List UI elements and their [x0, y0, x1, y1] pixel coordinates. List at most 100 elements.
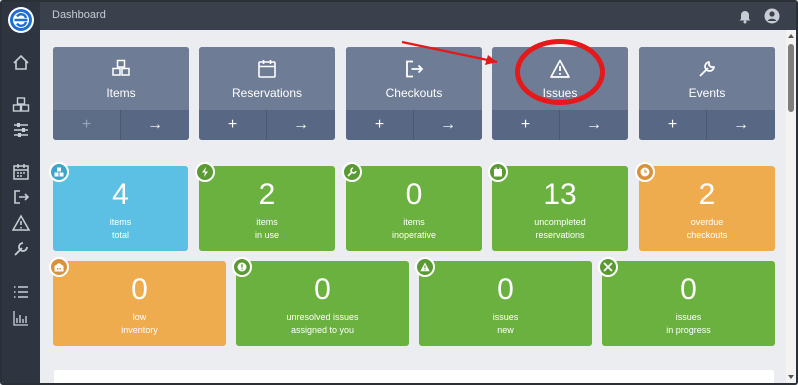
stat-uncompleted-reservations[interactable]: 13 uncompleted reservations — [488, 162, 628, 251]
cubes-icon — [54, 167, 64, 177]
stat-low-inventory[interactable]: 0 low inventory — [49, 257, 226, 346]
bar-chart-icon — [13, 311, 28, 326]
scroll-down-icon[interactable] — [787, 373, 795, 381]
stat-caption-1: low — [132, 312, 147, 322]
stat-value: 13 — [543, 178, 577, 211]
nav-card-label: Checkouts — [385, 86, 443, 100]
wrench-icon — [347, 167, 357, 177]
user-menu-button[interactable] — [764, 8, 780, 24]
stat-value: 0 — [314, 273, 331, 306]
calendar-icon — [494, 167, 502, 177]
wrench-icon — [699, 61, 715, 77]
sidebar-item-reservations[interactable] — [11, 162, 31, 182]
exclamation-circle-icon — [237, 262, 247, 272]
nav-card-reservations: Reservations + → — [199, 47, 335, 140]
nav-card-items-link[interactable]: Items — [53, 47, 189, 110]
stat-issues-in-progress[interactable]: 0 issues in progress — [598, 257, 775, 346]
stat-caption-2: assigned to you — [290, 325, 355, 335]
stat-caption-1: issues — [492, 312, 519, 322]
stat-value: 2 — [258, 178, 276, 211]
view-events-button[interactable]: → — [707, 110, 775, 140]
stat-caption-1: items — [403, 217, 425, 227]
stat-caption-1: issues — [675, 312, 702, 322]
clock-icon — [640, 167, 650, 177]
view-reservations-button[interactable]: → — [267, 110, 335, 140]
cubes-icon — [112, 59, 130, 76]
add-checkout-button[interactable]: + — [346, 110, 414, 140]
stat-value: 0 — [680, 273, 697, 306]
sidebar-item-items[interactable] — [11, 95, 31, 115]
add-event-button[interactable]: + — [639, 110, 707, 140]
add-item-button[interactable]: + — [53, 110, 121, 140]
stat-value: 4 — [112, 178, 129, 211]
vertical-scrollbar[interactable] — [786, 30, 796, 383]
stat-caption-2: inoperative — [391, 230, 437, 240]
nav-card-label: Reservations — [231, 86, 303, 100]
page-title: Dashboard — [52, 9, 106, 21]
app-window: Dashboard Items + → Reservations + → Che… — [0, 0, 798, 385]
stat-caption-2: checkouts — [686, 230, 728, 240]
scroll-up-icon[interactable] — [787, 32, 795, 40]
sidebar-item-settings[interactable] — [11, 120, 31, 140]
calendar-icon — [258, 60, 276, 78]
stat-value: 0 — [131, 273, 148, 306]
notifications-button[interactable] — [737, 8, 753, 24]
stat-unresolved-issues[interactable]: 0 unresolved issues assigned to you — [232, 257, 409, 346]
logo-e-icon — [10, 9, 32, 31]
annotation-highlight-circle — [515, 39, 605, 105]
sidebar-item-checkouts[interactable] — [11, 187, 31, 207]
sidebar — [2, 2, 40, 383]
sliders-icon — [14, 123, 28, 137]
nav-card-events: Events + → — [639, 47, 775, 140]
warehouse-icon — [54, 263, 64, 272]
view-checkouts-button[interactable]: → — [414, 110, 482, 140]
list-icon — [14, 286, 28, 298]
stat-issues-new[interactable]: 0 issues new — [415, 257, 592, 346]
sign-out-icon — [14, 190, 30, 204]
stat-caption-1: uncompleted — [534, 217, 586, 227]
view-issues-button[interactable]: → — [560, 110, 628, 140]
add-issue-button[interactable]: + — [492, 110, 560, 140]
stat-value: 0 — [405, 178, 423, 211]
annotation-arrow-icon — [401, 40, 498, 65]
stat-value: 2 — [698, 178, 716, 211]
wrench-icon — [14, 242, 28, 256]
stat-items-in-use[interactable]: 2 items in use — [195, 162, 335, 251]
stat-overdue-checkouts[interactable]: 2 overdue checkouts — [635, 162, 775, 251]
stat-caption-2: reservations — [535, 230, 585, 240]
stat-items-total[interactable]: 4 items total — [49, 162, 188, 251]
nav-card-reservations-link[interactable]: Reservations — [199, 47, 335, 110]
next-panel-edge — [54, 370, 774, 383]
stat-caption-1: overdue — [690, 217, 724, 227]
nav-card-items: Items + → — [53, 47, 189, 140]
add-reservation-button[interactable]: + — [199, 110, 267, 140]
stat-caption-1: items — [256, 217, 278, 227]
view-items-button[interactable]: → — [121, 110, 189, 140]
stat-caption-1: unresolved issues — [286, 312, 359, 322]
calendar-icon — [13, 164, 29, 180]
stat-caption-2: in progress — [666, 325, 711, 335]
warning-icon — [11, 214, 31, 231]
stat-caption-2: inventory — [121, 325, 158, 335]
nav-card-label: Events — [688, 86, 726, 100]
stat-value: 0 — [497, 273, 514, 306]
bolt-icon — [202, 167, 208, 177]
scrollbar-thumb[interactable] — [788, 44, 794, 112]
stat-caption-1: items — [109, 217, 132, 227]
stat-items-inoperative[interactable]: 0 items inoperative — [342, 162, 482, 251]
user-circle-icon — [764, 8, 780, 24]
sidebar-item-reports[interactable] — [11, 308, 31, 328]
nav-card-events-link[interactable]: Events — [639, 47, 775, 110]
sidebar-item-issues[interactable] — [11, 213, 31, 233]
cubes-icon — [12, 97, 30, 112]
sidebar-item-events[interactable] — [11, 239, 31, 259]
warning-icon — [420, 262, 430, 272]
nav-card-label: Items — [106, 86, 136, 100]
top-bar: Dashboard — [40, 2, 796, 30]
stat-caption-2: in use — [254, 230, 280, 240]
stat-caption-2: new — [497, 325, 514, 335]
tools-icon — [603, 262, 613, 272]
sidebar-item-home[interactable] — [11, 53, 31, 73]
app-logo[interactable] — [8, 7, 34, 33]
sidebar-item-lists[interactable] — [11, 282, 31, 302]
